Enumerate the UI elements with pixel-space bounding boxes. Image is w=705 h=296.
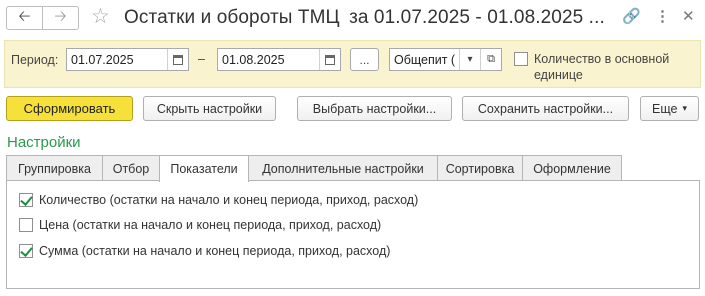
hide-settings-button[interactable]: Скрыть настройки <box>143 96 276 121</box>
calendar-icon[interactable] <box>167 49 188 70</box>
quantity-label: Количество (остатки на начало и конец пе… <box>39 193 419 207</box>
base-unit-checkbox[interactable] <box>514 52 528 66</box>
more-button[interactable]: Еще ▾ <box>640 96 699 121</box>
amount-label: Сумма (остатки на начало и конец периода… <box>39 244 391 258</box>
more-label: Еще <box>652 101 678 116</box>
tab-appearance[interactable]: Оформление <box>522 155 622 181</box>
period-label: Период: <box>11 53 59 67</box>
save-settings-button[interactable]: Сохранить настройки... <box>462 96 629 121</box>
generate-button[interactable]: Сформировать <box>6 96 133 121</box>
amount-checkbox[interactable] <box>19 244 33 258</box>
report-name: Остатки и обороты ТМЦ <box>124 7 340 28</box>
forward-arrow-icon[interactable]: 🡢 <box>42 7 78 29</box>
date-to-field[interactable]: 01.08.2025 <box>217 48 341 71</box>
indicator-row-quantity[interactable]: Количество (остатки на начало и конец пе… <box>19 191 418 209</box>
indicator-row-price[interactable]: Цена (остатки на начало и конец периода,… <box>19 216 381 234</box>
settings-heading: Настройки <box>7 134 81 151</box>
tab-indicators[interactable]: Показатели <box>159 155 249 182</box>
back-arrow-icon[interactable]: 🡠 <box>7 7 42 29</box>
tab-sorting[interactable]: Сортировка <box>437 155 523 181</box>
organization-field[interactable]: Общепит ( ▾ ⧉ <box>389 48 502 71</box>
indicators-panel: Количество (остатки на начало и конец пе… <box>6 180 700 289</box>
price-checkbox[interactable] <box>19 218 33 232</box>
tab-additional-settings[interactable]: Дополнительные настройки <box>248 155 438 181</box>
navigation-buttons: 🡠 🡢 <box>6 6 79 30</box>
organization-value: Общепит ( <box>394 52 456 67</box>
close-icon[interactable]: ✕ <box>682 8 695 26</box>
price-label: Цена (остатки на начало и конец периода,… <box>39 218 382 232</box>
open-icon[interactable]: ⧉ <box>480 49 501 70</box>
calendar-icon[interactable] <box>319 49 340 70</box>
date-to-value: 01.08.2025 <box>222 52 285 67</box>
report-period: за 01.07.2025 - 01.08.2025 ... <box>349 7 605 28</box>
tab-filter[interactable]: Отбор <box>102 155 160 181</box>
parameters-panel: Период: 01.07.2025 – 01.08.2025 ... Обще… <box>4 40 701 88</box>
period-dash: – <box>198 52 205 66</box>
quantity-checkbox[interactable] <box>19 193 33 207</box>
title-bar: 🡠 🡢 ☆ Остатки и обороты ТМЦ за 01.07.202… <box>0 0 705 36</box>
tab-grouping[interactable]: Группировка <box>6 155 103 181</box>
window-title: Остатки и обороты ТМЦ за 01.07.2025 - 01… <box>124 6 605 30</box>
choose-period-button[interactable]: ... <box>350 48 379 71</box>
chevron-down-icon: ▾ <box>682 103 687 113</box>
date-from-field[interactable]: 01.07.2025 <box>66 48 189 71</box>
more-vertical-icon[interactable]: ⋮ <box>655 8 670 26</box>
indicator-row-amount[interactable]: Сумма (остатки на начало и конец периода… <box>19 242 390 260</box>
choose-settings-button[interactable]: Выбрать настройки... <box>297 96 452 121</box>
chevron-down-icon[interactable]: ▾ <box>459 49 480 70</box>
date-from-value: 01.07.2025 <box>71 52 134 67</box>
link-icon[interactable]: 🔗 <box>622 8 641 26</box>
base-unit-label: Количество в основной единице <box>534 52 670 82</box>
star-icon[interactable]: ☆ <box>91 6 110 28</box>
